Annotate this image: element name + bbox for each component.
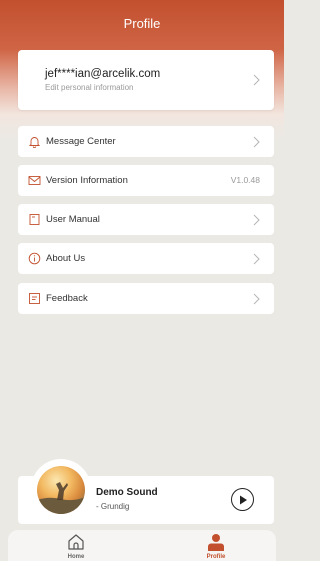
account-email: jef****ian@arcelik.com (45, 68, 161, 80)
menu-item-message-center[interactable]: Message Center (18, 126, 274, 157)
mail-icon (28, 176, 41, 185)
chevron-right-icon (253, 293, 260, 305)
menu-label: User Manual (46, 214, 100, 225)
menu-label: About Us (46, 253, 86, 264)
track-title: Demo Sound (96, 487, 158, 498)
version-value: V1.0.48 (230, 175, 260, 185)
tab-home-label: Home (67, 554, 85, 560)
menu-item-version-information[interactable]: Version Information V1.0.48 (18, 165, 274, 196)
account-card[interactable]: jef****ian@arcelik.com Edit personal inf… (18, 50, 274, 110)
menu-item-feedback[interactable]: Feedback (18, 283, 274, 314)
book-icon (29, 214, 40, 225)
chevron-right-icon (253, 74, 260, 86)
menu-label: Feedback (46, 293, 88, 304)
account-edit-hint: Edit personal information (45, 83, 134, 92)
info-icon (28, 252, 41, 265)
play-icon (240, 495, 247, 505)
bell-icon (28, 137, 41, 148)
chevron-right-icon (253, 214, 260, 226)
tab-home[interactable]: Home (46, 530, 106, 561)
feedback-icon (29, 293, 40, 304)
tab-profile-label: Profile (206, 554, 226, 560)
chevron-right-icon (253, 253, 260, 265)
menu-label: Message Center (46, 136, 116, 147)
chevron-right-icon (253, 136, 260, 148)
home-icon (68, 534, 84, 550)
play-button[interactable] (231, 488, 254, 511)
page-title: Profile (123, 16, 161, 31)
track-artist: - Grundig (96, 502, 130, 511)
menu-item-about-us[interactable]: About Us (18, 243, 274, 274)
menu-label: Version Information (46, 175, 128, 186)
profile-icon (208, 534, 224, 551)
tab-profile[interactable]: Profile (186, 530, 246, 561)
menu-item-user-manual[interactable]: User Manual (18, 204, 274, 235)
bottom-tab-bar: Home Profile (8, 530, 276, 561)
album-art-image (37, 466, 85, 514)
